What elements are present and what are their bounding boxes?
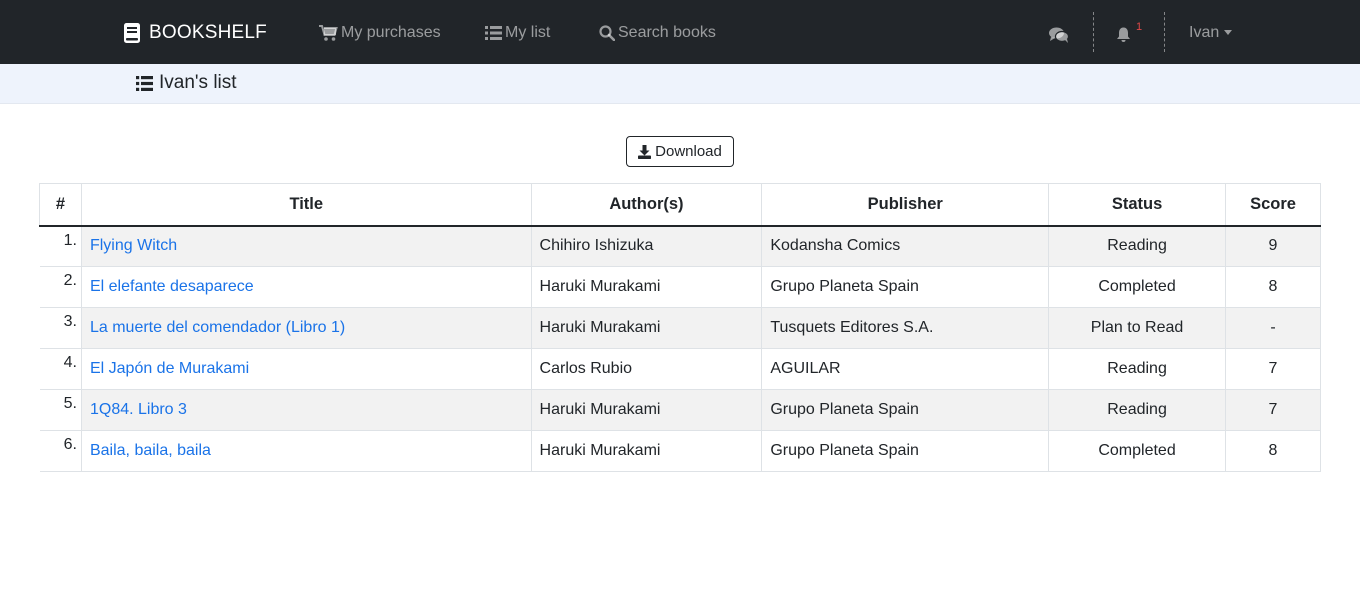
download-button[interactable]: Download — [626, 136, 734, 167]
table-row: 6. Baila, baila, baila Haruki Murakami G… — [39, 430, 1322, 472]
user-name: Ivan — [1189, 24, 1220, 41]
status-cell: Reading — [1048, 225, 1226, 267]
table-header-row: # Title Author(s) Publisher Status Score — [39, 183, 1322, 227]
author-cell: Haruki Murakami — [531, 389, 763, 431]
author-cell: Haruki Murakami — [531, 307, 763, 349]
nav-my-purchases-label: My purchases — [341, 24, 441, 41]
top-navbar: BOOKSHELF My purchases My list Search bo… — [0, 0, 1360, 64]
title-cell: El Japón de Murakami — [81, 348, 532, 390]
book-list-table: # Title Author(s) Publisher Status Score… — [39, 183, 1322, 472]
publisher-cell: Grupo Planeta Spain — [761, 430, 1050, 472]
notifications-button[interactable] — [1116, 24, 1131, 46]
nav-search-books-label: Search books — [618, 24, 716, 41]
score-cell: - — [1225, 307, 1322, 349]
header-status[interactable]: Status — [1048, 183, 1226, 227]
status-cell: Reading — [1048, 389, 1226, 431]
row-number: 3. — [39, 307, 82, 349]
header-number[interactable]: # — [39, 183, 82, 227]
notification-count-badge: 1 — [1136, 21, 1143, 33]
bell-icon — [1117, 27, 1130, 42]
page-title: Ivan's list — [136, 72, 237, 94]
author-cell: Haruki Murakami — [531, 430, 763, 472]
book-title-link[interactable]: 1Q84. Libro 3 — [90, 401, 187, 418]
user-menu-dropdown[interactable]: Ivan — [1189, 22, 1233, 44]
list-icon — [136, 75, 153, 91]
brand-text: BOOKSHELF — [149, 22, 267, 43]
status-cell: Completed — [1048, 266, 1226, 308]
messages-button[interactable] — [1049, 24, 1069, 46]
score-cell: 9 — [1225, 225, 1322, 267]
header-title[interactable]: Title — [81, 183, 532, 227]
book-title-link[interactable]: La muerte del comendador (Libro 1) — [90, 319, 345, 336]
book-title-link[interactable]: Baila, baila, baila — [90, 442, 211, 459]
title-cell: 1Q84. Libro 3 — [81, 389, 532, 431]
table-row: 2. El elefante desaparece Haruki Murakam… — [39, 266, 1322, 308]
status-cell: Completed — [1048, 430, 1226, 472]
table-row: 4. El Japón de Murakami Carlos Rubio AGU… — [39, 348, 1322, 390]
navbar-divider — [1093, 12, 1094, 52]
row-number: 1. — [39, 225, 82, 267]
navbar-divider — [1164, 12, 1165, 52]
publisher-cell: Grupo Planeta Spain — [761, 389, 1050, 431]
row-number: 2. — [39, 266, 82, 308]
status-cell: Plan to Read — [1048, 307, 1226, 349]
cart-icon — [319, 25, 338, 41]
book-icon — [124, 23, 140, 43]
comments-icon — [1049, 27, 1069, 43]
score-cell: 8 — [1225, 266, 1322, 308]
chevron-down-icon — [1224, 29, 1233, 35]
download-button-label: Download — [655, 143, 722, 160]
score-cell: 7 — [1225, 389, 1322, 431]
author-cell: Chihiro Ishizuka — [531, 225, 763, 267]
page-header-bar: Ivan's list — [0, 64, 1360, 104]
header-score[interactable]: Score — [1225, 183, 1322, 227]
author-cell: Carlos Rubio — [531, 348, 763, 390]
header-author[interactable]: Author(s) — [531, 183, 763, 227]
book-title-link[interactable]: El elefante desaparece — [90, 278, 254, 295]
brand-link[interactable]: BOOKSHELF — [123, 21, 267, 45]
row-number: 4. — [39, 348, 82, 390]
search-icon — [599, 25, 615, 41]
title-cell: Baila, baila, baila — [81, 430, 532, 472]
author-cell: Haruki Murakami — [531, 266, 763, 308]
table-row: 5. 1Q84. Libro 3 Haruki Murakami Grupo P… — [39, 389, 1322, 431]
row-number: 6. — [39, 430, 82, 472]
nav-my-list[interactable]: My list — [485, 22, 550, 44]
publisher-cell: Kodansha Comics — [761, 225, 1050, 267]
publisher-cell: AGUILAR — [761, 348, 1050, 390]
book-title-link[interactable]: El Japón de Murakami — [90, 360, 249, 377]
row-number: 5. — [39, 389, 82, 431]
nav-my-purchases[interactable]: My purchases — [319, 22, 441, 44]
book-title-link[interactable]: Flying Witch — [90, 237, 177, 254]
download-icon — [638, 144, 652, 159]
score-cell: 8 — [1225, 430, 1322, 472]
title-cell: La muerte del comendador (Libro 1) — [81, 307, 532, 349]
page-title-text: Ivan's list — [159, 72, 237, 93]
nav-my-list-label: My list — [505, 24, 551, 41]
publisher-cell: Tusquets Editores S.A. — [761, 307, 1050, 349]
title-cell: El elefante desaparece — [81, 266, 532, 308]
publisher-cell: Grupo Planeta Spain — [761, 266, 1050, 308]
header-publisher[interactable]: Publisher — [761, 183, 1050, 227]
nav-search-books[interactable]: Search books — [599, 22, 716, 44]
status-cell: Reading — [1048, 348, 1226, 390]
score-cell: 7 — [1225, 348, 1322, 390]
table-row: 1. Flying Witch Chihiro Ishizuka Kodansh… — [39, 225, 1322, 267]
table-row: 3. La muerte del comendador (Libro 1) Ha… — [39, 307, 1322, 349]
title-cell: Flying Witch — [81, 225, 532, 267]
list-icon — [485, 26, 502, 40]
